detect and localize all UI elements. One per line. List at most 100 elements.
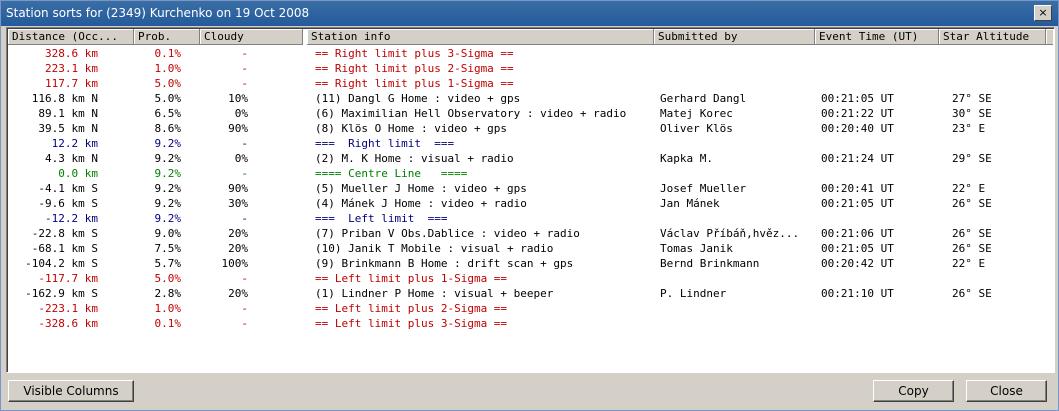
cell-info: (9) Brinkmann B Home : drift scan + gps <box>315 257 574 270</box>
cell-by: Jan Mánek <box>660 197 720 210</box>
table-row[interactable]: 39.5 km N 8.6% 90% (8) Klös O Home : video … <box>8 121 1053 136</box>
table-row[interactable]: 223.1 km 1.0% - == Right limit plus 2-Sigma… <box>8 61 1053 76</box>
window-title: Station sorts for (2349) Kurchenko on 19… <box>6 6 310 20</box>
cell-alt <box>952 271 1042 286</box>
cell-info: (2) M. K Home : visual + radio <box>315 152 514 165</box>
table-row[interactable]: 0.0 km 9.2% - ==== Centre Line ==== <box>8 166 1053 181</box>
cell-dist: -68.1 km S <box>31 242 98 255</box>
cell-info: === Right limit === <box>315 137 455 150</box>
cell-dist: 4.3 km N <box>45 152 98 165</box>
cell-dist: 223.1 km <box>45 62 98 75</box>
cell-dist: -117.7 km <box>38 272 98 285</box>
table-row[interactable]: 328.6 km 0.1% - == Right limit plus 3-Sigma… <box>8 46 1053 61</box>
cell-alt: 27° SE <box>952 92 992 105</box>
cell-prob: 9.0% <box>154 227 182 240</box>
column-header-prob[interactable]: Prob. <box>134 29 200 45</box>
cell-prob: 8.6% <box>154 122 182 135</box>
cell-cloudy: - <box>241 317 248 330</box>
cell-info: (1) Lindner P Home : visual + beeper <box>315 287 554 300</box>
cell-info: == Left limit plus 2-Sigma == <box>315 302 508 315</box>
cell-time <box>821 301 939 316</box>
cell-dist: 328.6 km <box>45 47 98 60</box>
column-header-distance[interactable]: Distance (Occ... <box>8 29 134 45</box>
cell-cloudy: 20% <box>228 287 248 300</box>
cell-cloudy: 0% <box>234 152 248 165</box>
title-bar[interactable]: Station sorts for (2349) Kurchenko on 19… <box>1 1 1058 26</box>
table-row[interactable]: -162.9 km S 2.8% 20% (1) Lindner P Home : v… <box>8 286 1053 301</box>
cell-by <box>660 211 815 226</box>
cell-cloudy: 20% <box>228 242 248 255</box>
cell-alt: 22° E <box>952 182 986 195</box>
table-row[interactable]: -117.7 km 5.0% - == Left limit plus 1-Sigma… <box>8 271 1053 286</box>
cell-dist: -12.2 km <box>45 212 98 225</box>
cell-by: Josef Mueller <box>660 182 747 195</box>
cell-prob: 9.2% <box>154 212 182 225</box>
cell-alt: 26° SE <box>952 242 992 255</box>
cell-info: == Left limit plus 1-Sigma == <box>315 272 508 285</box>
cell-prob: 6.5% <box>154 107 182 120</box>
cell-by <box>660 61 815 76</box>
cell-time: 00:21:24 UT <box>821 152 894 165</box>
table-row[interactable]: -328.6 km 0.1% - == Left limit plus 3-Sigma… <box>8 316 1053 331</box>
station-sorts-window: Station sorts for (2349) Kurchenko on 19… <box>0 0 1059 411</box>
close-icon[interactable]: × <box>1034 5 1052 21</box>
table-row[interactable]: 117.7 km 5.0% - == Right limit plus 1-Sigma… <box>8 76 1053 91</box>
cell-dist: -104.2 km S <box>25 257 98 270</box>
cell-cloudy: 20% <box>228 227 248 240</box>
column-header-star-altitude[interactable]: Star Altitude <box>939 29 1046 45</box>
cell-prob: 1.0% <box>154 302 182 315</box>
cell-dist: 89.1 km N <box>38 107 98 120</box>
table-row[interactable]: -22.8 km S 9.0% 20% (7) Priban V Obs.Dablic… <box>8 226 1053 241</box>
table-row[interactable]: -68.1 km S 7.5% 20% (10) Janik T Mobile : v… <box>8 241 1053 256</box>
station-list[interactable]: Distance (Occ... Prob. Cloudy Station in… <box>6 27 1055 373</box>
cell-cloudy: - <box>241 62 248 75</box>
cell-alt: 26° SE <box>952 287 992 300</box>
cell-alt: 26° SE <box>952 227 992 240</box>
cell-time <box>821 46 939 61</box>
cell-by <box>660 46 815 61</box>
cell-info: (6) Maximilian Hell Observatory : video … <box>315 107 627 120</box>
cell-info: == Right limit plus 3-Sigma == <box>315 47 514 60</box>
column-header-cloudy[interactable]: Cloudy <box>200 29 303 45</box>
cell-dist: 117.7 km <box>45 77 98 90</box>
table-row[interactable]: -9.6 km S 9.2% 30% (4) Mánek J Home : video… <box>8 196 1053 211</box>
cell-cloudy: - <box>241 212 248 225</box>
cell-time <box>821 61 939 76</box>
table-row[interactable]: -12.2 km 9.2% - === Left limit === <box>8 211 1053 226</box>
cell-dist: 12.2 km <box>51 137 98 150</box>
cell-by <box>660 136 815 151</box>
cell-time <box>821 316 939 331</box>
close-button[interactable]: Close <box>966 380 1047 402</box>
table-row[interactable]: -223.1 km 1.0% - == Left limit plus 2-Sigma… <box>8 301 1053 316</box>
cell-cloudy: 90% <box>228 182 248 195</box>
cell-alt <box>952 46 1042 61</box>
cell-dist: 116.8 km N <box>31 92 98 105</box>
cell-cloudy: 90% <box>228 122 248 135</box>
cell-prob: 1.0% <box>154 62 182 75</box>
cell-alt <box>952 316 1042 331</box>
cell-info: == Right limit plus 2-Sigma == <box>315 62 514 75</box>
column-header-station-info[interactable]: Station info <box>307 29 654 45</box>
table-row[interactable]: -104.2 km S 5.7% 100% (9) Brinkmann B Home … <box>8 256 1053 271</box>
cell-dist: -223.1 km <box>38 302 98 315</box>
cell-cloudy: - <box>241 47 248 60</box>
copy-button[interactable]: Copy <box>873 380 954 402</box>
cell-by <box>660 271 815 286</box>
cell-alt <box>952 76 1042 91</box>
table-row[interactable]: 116.8 km N 5.0% 10% (11) Dangl G Home : vid… <box>8 91 1053 106</box>
table-row[interactable]: -4.1 km S 9.2% 90% (5) Mueller J Home : vid… <box>8 181 1053 196</box>
column-header-submitted-by[interactable]: Submitted by <box>654 29 815 45</box>
column-header-event-time[interactable]: Event Time (UT) <box>815 29 939 45</box>
table-row[interactable]: 12.2 km 9.2% - === Right limit === <box>8 136 1053 151</box>
table-row[interactable]: 4.3 km N 9.2% 0% (2) M. K Home : visual + r… <box>8 151 1053 166</box>
cell-alt <box>952 166 1042 181</box>
table-row[interactable]: 89.1 km N 6.5% 0% (6) Maximilian Hell Obser… <box>8 106 1053 121</box>
cell-time <box>821 271 939 286</box>
cell-cloudy: - <box>241 167 248 180</box>
cell-by: Václav Příbáň,hvěz... <box>660 227 800 240</box>
cell-time: 00:20:40 UT <box>821 122 894 135</box>
visible-columns-button[interactable]: Visible Columns <box>8 380 134 402</box>
cell-dist: -22.8 km S <box>31 227 98 240</box>
cell-alt: 22° E <box>952 257 986 270</box>
cell-cloudy: 30% <box>228 197 248 210</box>
